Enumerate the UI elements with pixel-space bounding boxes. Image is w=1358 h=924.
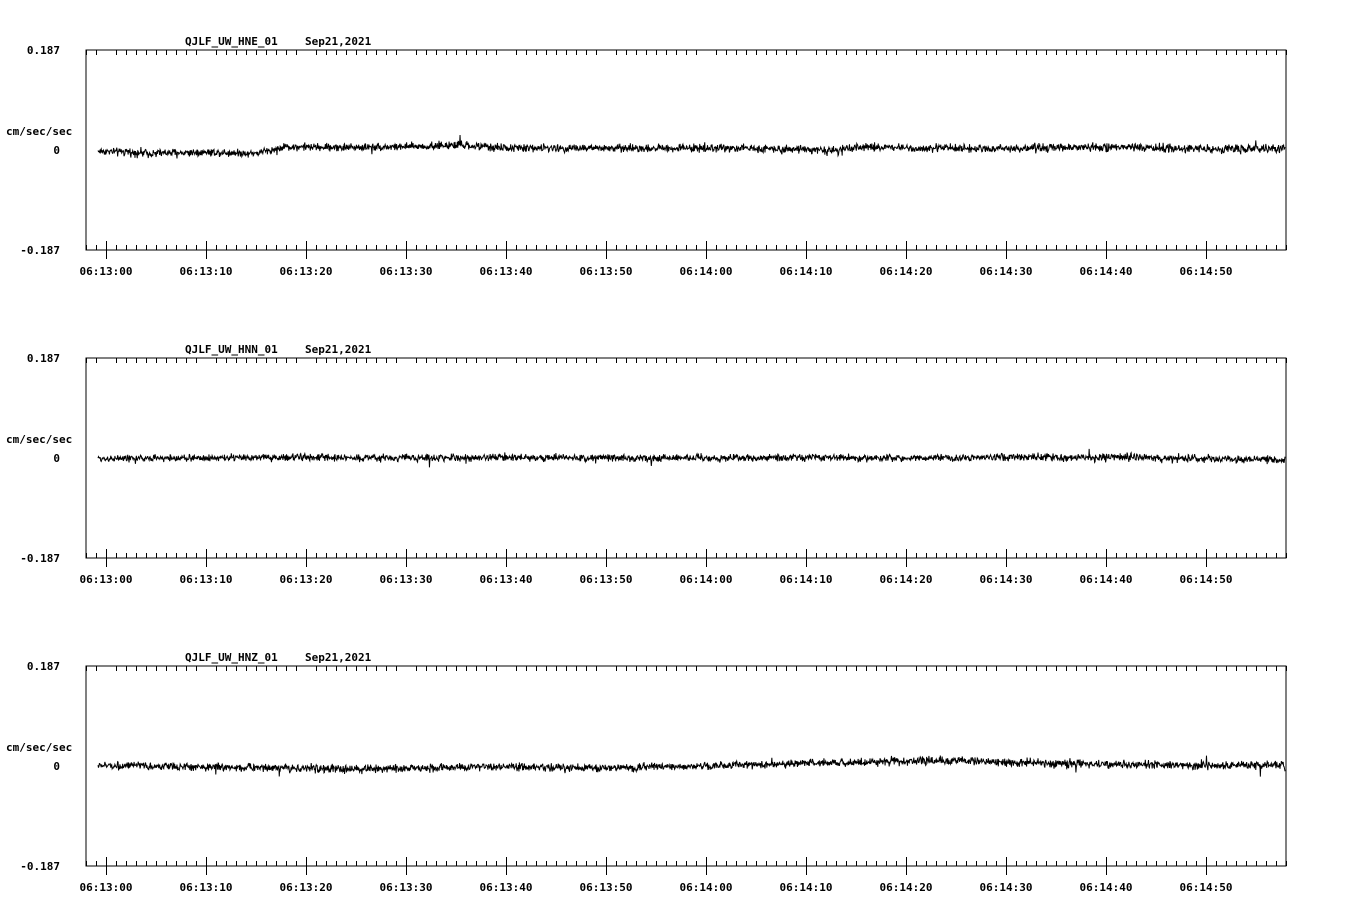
panel-1-y-tick-label: -0.187 [20, 244, 60, 257]
panel-2-y-tick-label: 0.187 [27, 352, 60, 365]
panel-2-x-tick-label: 06:14:10 [780, 573, 833, 586]
panel-2-x-tick-label: 06:13:10 [180, 573, 233, 586]
panel-3-y-tick-label: 0.187 [27, 660, 60, 673]
panel-3-x-tick-label: 06:14:10 [780, 881, 833, 894]
panel-1-x-tick-label: 06:14:20 [880, 265, 933, 278]
panel-2-waveform-trace [97, 448, 1286, 468]
panel-3-y-tick-label: -0.187 [20, 860, 60, 873]
seismogram-charts: QJLF_UW_HNE_01 Sep21,2021 cm/sec/sec 0.187 0… [6, 35, 1287, 894]
panel-2-x-tick-label: 06:14:50 [1180, 573, 1233, 586]
panel-3-x-tick-label: 06:13:10 [180, 881, 233, 894]
panel-1-x-tick-label: 06:13:50 [580, 265, 633, 278]
panel-3-x-tick-label: 06:14:50 [1180, 881, 1233, 894]
panel-1-x-tick-label: 06:14:50 [1180, 265, 1233, 278]
panel-2-x-tick-label: 06:14:30 [980, 573, 1033, 586]
panel-3-station-title: QJLF_UW_HNZ_01 [185, 651, 278, 664]
panel-3-date-label: Sep21,2021 [305, 651, 372, 664]
panel-2-y-axis-label: cm/sec/sec [6, 433, 72, 446]
panel-1-date-label: Sep21,2021 [305, 35, 372, 48]
panel-2-x-tick-label: 06:14:40 [1080, 573, 1133, 586]
panel-2-x-tick-label: 06:13:30 [380, 573, 433, 586]
panel-2-x-tick-label: 06:14:00 [680, 573, 733, 586]
panel-2-x-tick-label: 06:13:40 [480, 573, 533, 586]
panel-1-x-tick-label: 06:14:00 [680, 265, 733, 278]
panel-3-waveform-trace [97, 755, 1286, 777]
panel-2-x-tick-label: 06:13:20 [280, 573, 333, 586]
panel-2-x-tick-label: 06:13:00 [80, 573, 133, 586]
panel-2-x-tick-label: 06:13:50 [580, 573, 633, 586]
panel-3-x-tick-label: 06:14:30 [980, 881, 1033, 894]
panel-3-x-tick-label: 06:13:00 [80, 881, 133, 894]
panel-1-station-title: QJLF_UW_HNE_01 [185, 35, 278, 48]
panel-1-x-tick-label: 06:13:40 [480, 265, 533, 278]
panel-1-x-tick-label: 06:13:10 [180, 265, 233, 278]
panel-3-x-tick-label: 06:13:40 [480, 881, 533, 894]
panel-3-x-tick-label: 06:14:40 [1080, 881, 1133, 894]
panel-2-y-tick-label: 0 [53, 452, 60, 465]
panel-1-x-tick-label: 06:14:10 [780, 265, 833, 278]
panel-3-x-tick-label: 06:14:20 [880, 881, 933, 894]
panel-2-date-label: Sep21,2021 [305, 343, 372, 356]
panel-1-waveform-trace [97, 134, 1286, 159]
panel-3-y-axis-label: cm/sec/sec [6, 741, 72, 754]
panel-1-x-tick-label: 06:13:00 [80, 265, 133, 278]
panel-3-y-tick-label: 0 [53, 760, 60, 773]
panel-1-x-tick-label: 06:13:30 [380, 265, 433, 278]
panel-1-x-tick-label: 06:13:20 [280, 265, 333, 278]
panel-3-x-tick-label: 06:14:00 [680, 881, 733, 894]
panel-3-x-tick-label: 06:13:20 [280, 881, 333, 894]
panel-1-y-tick-label: 0 [53, 144, 60, 157]
panel-2-station-title: QJLF_UW_HNN_01 [185, 343, 278, 356]
panel-2-y-tick-label: -0.187 [20, 552, 60, 565]
panel-3-x-tick-label: 06:13:30 [380, 881, 433, 894]
panel-1-x-tick-label: 06:14:40 [1080, 265, 1133, 278]
panel-3-x-tick-label: 06:13:50 [580, 881, 633, 894]
panel-1-y-tick-label: 0.187 [27, 44, 60, 57]
panel-1-x-tick-label: 06:14:30 [980, 265, 1033, 278]
panel-1-y-axis-label: cm/sec/sec [6, 125, 72, 138]
panel-2-x-tick-label: 06:14:20 [880, 573, 933, 586]
